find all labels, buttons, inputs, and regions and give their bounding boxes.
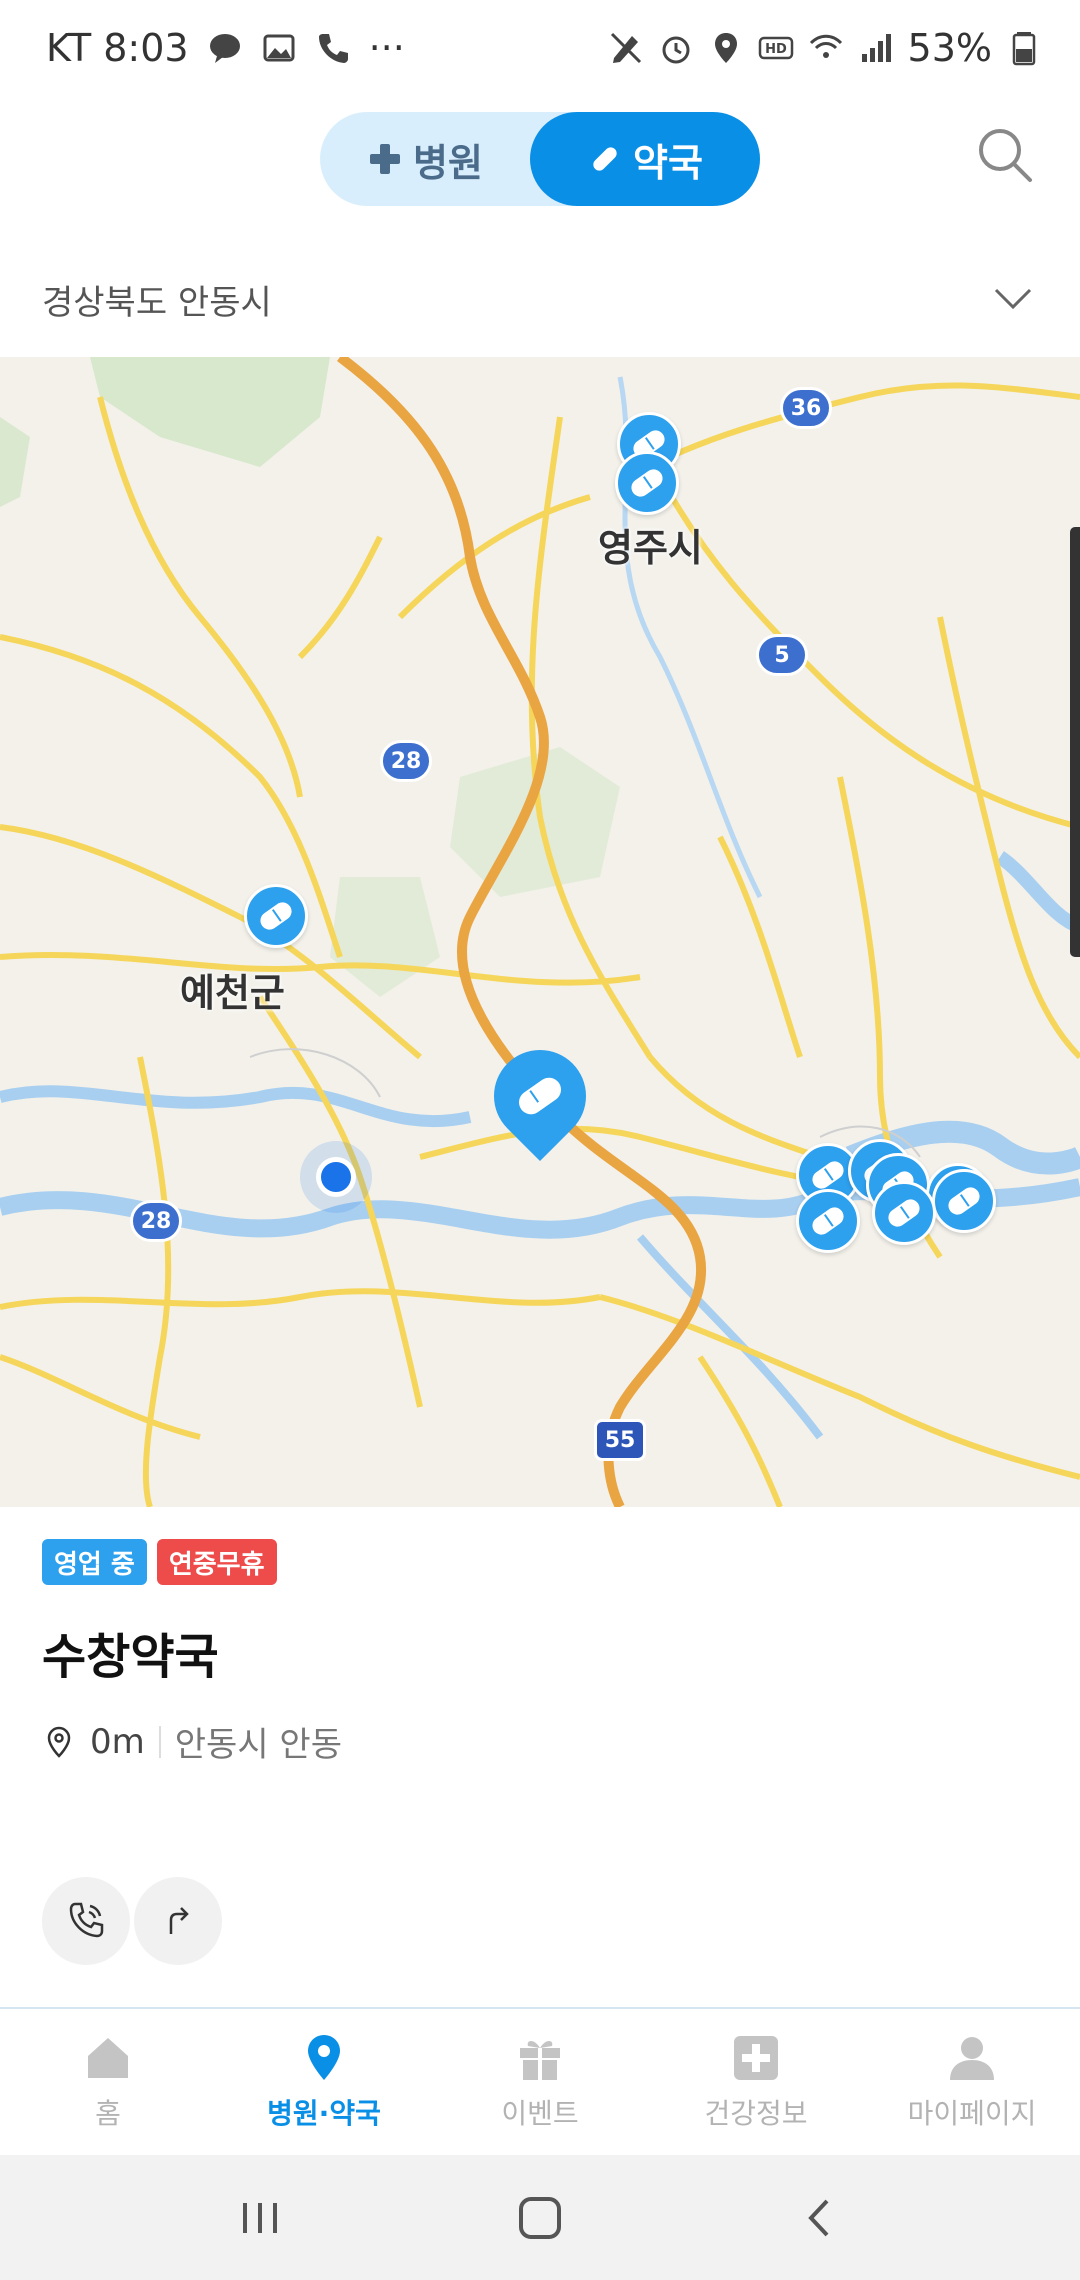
map-marker-icon	[47, 1726, 71, 1758]
status-bar: KT 8:03 ··· HD 53%	[0, 0, 1080, 100]
highway-marker: 55	[594, 1419, 646, 1461]
battery-percent: 53%	[907, 26, 992, 70]
pill-icon	[514, 1072, 566, 1120]
nav-home-label: 홈	[95, 2097, 121, 2130]
holiday-badge: 연중무휴	[156, 1539, 277, 1585]
nav-event[interactable]: 이벤트	[432, 2009, 648, 2155]
nav-hospital-pharmacy[interactable]: 병원·약국	[216, 2009, 432, 2155]
pill-icon	[808, 1203, 848, 1239]
place-meta: 0m 안동시 안동	[42, 1717, 342, 1766]
tab-hospital[interactable]: 병원	[320, 112, 530, 206]
status-right: HD 53%	[608, 26, 1042, 70]
open-status-badge: 영업 중	[42, 1539, 147, 1585]
location-pin-icon	[308, 2035, 340, 2080]
distance: 0m	[90, 1721, 145, 1762]
nav-mypage[interactable]: 마이페이지	[864, 2009, 1080, 2155]
nav-home[interactable]: 홈	[0, 2009, 216, 2155]
pharmacy-map-pin[interactable]	[872, 1181, 936, 1245]
side-panel-handle[interactable]	[1070, 527, 1080, 957]
person-icon	[950, 2037, 994, 2080]
more-status-indicator: ···	[368, 26, 405, 70]
tab-pharmacy-label: 약국	[633, 140, 703, 185]
current-location-dot	[316, 1157, 356, 1197]
map-view[interactable]: 영주시 예천군 36 5 28 28 55	[0, 357, 1080, 1507]
pharmacy-map-pin[interactable]	[244, 884, 308, 948]
nav-health-info[interactable]: 건강정보	[648, 2009, 864, 2155]
pill-icon	[627, 465, 667, 501]
region-text: 경상북도 안동시	[42, 282, 272, 323]
map-label-yeongju: 영주시	[598, 526, 703, 570]
highway-marker: 5	[756, 634, 808, 676]
phone-call-icon	[318, 34, 348, 63]
alarm-icon	[662, 36, 690, 64]
directions-button[interactable]	[134, 1877, 222, 1965]
region-selector[interactable]: 경상북도 안동시	[0, 240, 1080, 358]
back-arrow-icon	[808, 2199, 829, 2236]
battery-icon	[1012, 32, 1036, 66]
pharmacy-map-pin[interactable]	[796, 1189, 860, 1253]
location-icon	[714, 33, 737, 63]
medical-cross-icon	[734, 2036, 778, 2080]
hd-icon: HD	[758, 36, 793, 60]
plus-icon	[370, 144, 401, 174]
call-button[interactable]	[42, 1877, 130, 1965]
home-icon	[88, 2038, 128, 2078]
map-label-yecheon: 예천군	[180, 971, 285, 1015]
system-navigation-bar	[0, 2155, 1080, 2280]
nav-health-info-label: 건강정보	[704, 2097, 808, 2130]
carrier-time: KT 8:03	[46, 26, 189, 70]
home-square-icon	[519, 2196, 561, 2239]
tab-hospital-label: 병원	[413, 140, 483, 185]
bottom-navigation: 홈 병원·약국 이벤트 건강정보 마이페이지	[0, 2007, 1080, 2155]
back-button[interactable]	[790, 2188, 850, 2248]
highway-marker: 36	[780, 387, 832, 429]
chat-icon	[209, 34, 240, 63]
place-name: 수창약국	[42, 1629, 219, 1685]
signal-icon	[861, 34, 891, 62]
place-detail-card[interactable]: 영업 중 연중무휴 수창약국 0m 안동시 안동	[0, 1507, 1080, 2007]
directions-arrow-icon	[169, 1907, 189, 1934]
pill-icon	[808, 1157, 848, 1193]
pill-icon	[256, 898, 296, 934]
address: 안동시 안동	[174, 1725, 342, 1765]
place-actions	[42, 1877, 222, 1965]
nav-event-label: 이벤트	[501, 2097, 579, 2130]
map-base	[0, 357, 1080, 1507]
top-header: 병원 약국	[0, 100, 1080, 230]
pill-icon	[884, 1195, 924, 1231]
chevron-down-icon	[994, 288, 1032, 310]
pharmacy-map-pin[interactable]	[932, 1169, 996, 1233]
pen-off-icon	[610, 32, 641, 64]
meta-divider	[158, 1725, 161, 1758]
nav-hospital-pharmacy-label: 병원·약국	[267, 2097, 381, 2130]
status-left: KT 8:03 ···	[46, 26, 405, 70]
status-badges: 영업 중 연중무휴	[42, 1539, 277, 1585]
highway-marker: 28	[380, 740, 432, 782]
pill-icon	[944, 1183, 984, 1219]
tab-pharmacy[interactable]: 약국	[530, 112, 760, 206]
pharmacy-map-pin[interactable]	[615, 451, 679, 515]
phone-icon	[69, 1902, 104, 1938]
search-icon[interactable]	[970, 120, 1040, 190]
svg-text:HD: HD	[765, 42, 787, 57]
hospital-pharmacy-toggle: 병원 약국	[320, 112, 760, 206]
wifi-icon	[809, 34, 842, 58]
gift-icon	[520, 2041, 560, 2080]
pill-icon	[593, 147, 617, 171]
home-button[interactable]	[510, 2188, 570, 2248]
highway-marker: 28	[130, 1200, 182, 1242]
image-icon	[263, 34, 295, 62]
recent-apps-button[interactable]	[230, 2188, 290, 2248]
recent-apps-icon	[243, 2202, 277, 2233]
nav-mypage-label: 마이페이지	[907, 2097, 1037, 2130]
